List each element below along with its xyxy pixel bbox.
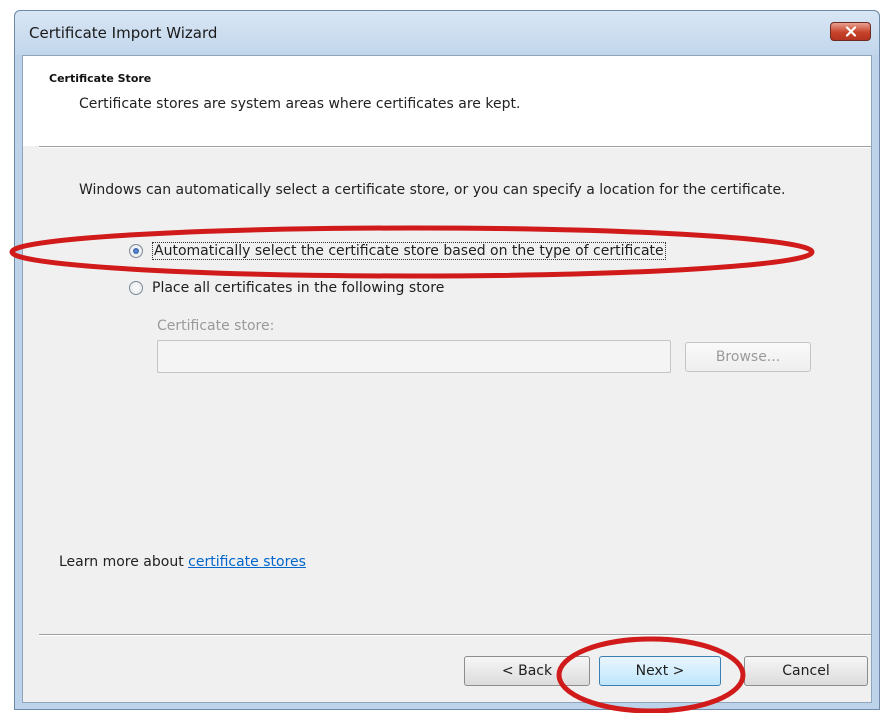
page-description: Certificate stores are system areas wher… (79, 96, 521, 112)
radio-button-unselected[interactable] (129, 281, 143, 295)
radio-dot-icon (133, 248, 139, 254)
intro-text: Windows can automatically select a certi… (79, 182, 786, 198)
title-bar[interactable]: Certificate Import Wizard (15, 11, 879, 55)
learn-more-prefix: Learn more about (59, 554, 189, 570)
back-button[interactable]: < Back (464, 656, 590, 686)
window-title: Certificate Import Wizard (29, 24, 218, 42)
radio-auto-select[interactable]: Automatically select the certificate sto… (129, 242, 666, 260)
radio-place-in-store[interactable]: Place all certificates in the following … (129, 280, 444, 296)
wizard-content: Certificate Store Certificate stores are… (22, 55, 872, 703)
radio-place-in-store-label[interactable]: Place all certificates in the following … (152, 280, 444, 296)
cancel-button[interactable]: Cancel (744, 656, 868, 686)
radio-auto-select-label[interactable]: Automatically select the certificate sto… (152, 242, 666, 260)
header-divider (39, 146, 871, 148)
certificate-stores-link[interactable]: certificate stores (188, 554, 306, 570)
certificate-store-input (157, 340, 671, 373)
wizard-window: Certificate Import Wizard Certificate St… (14, 10, 880, 710)
browse-button: Browse... (685, 342, 811, 372)
wizard-header: Certificate Store Certificate stores are… (23, 56, 871, 146)
page-title: Certificate Store (49, 72, 152, 85)
radio-button-selected[interactable] (129, 244, 143, 258)
footer-divider (39, 634, 871, 636)
certificate-store-label: Certificate store: (157, 318, 275, 334)
close-button[interactable] (830, 22, 871, 41)
learn-more-text: Learn more about certificate stores (59, 554, 306, 570)
next-button[interactable]: Next > (599, 656, 721, 686)
close-x-icon (845, 26, 856, 37)
